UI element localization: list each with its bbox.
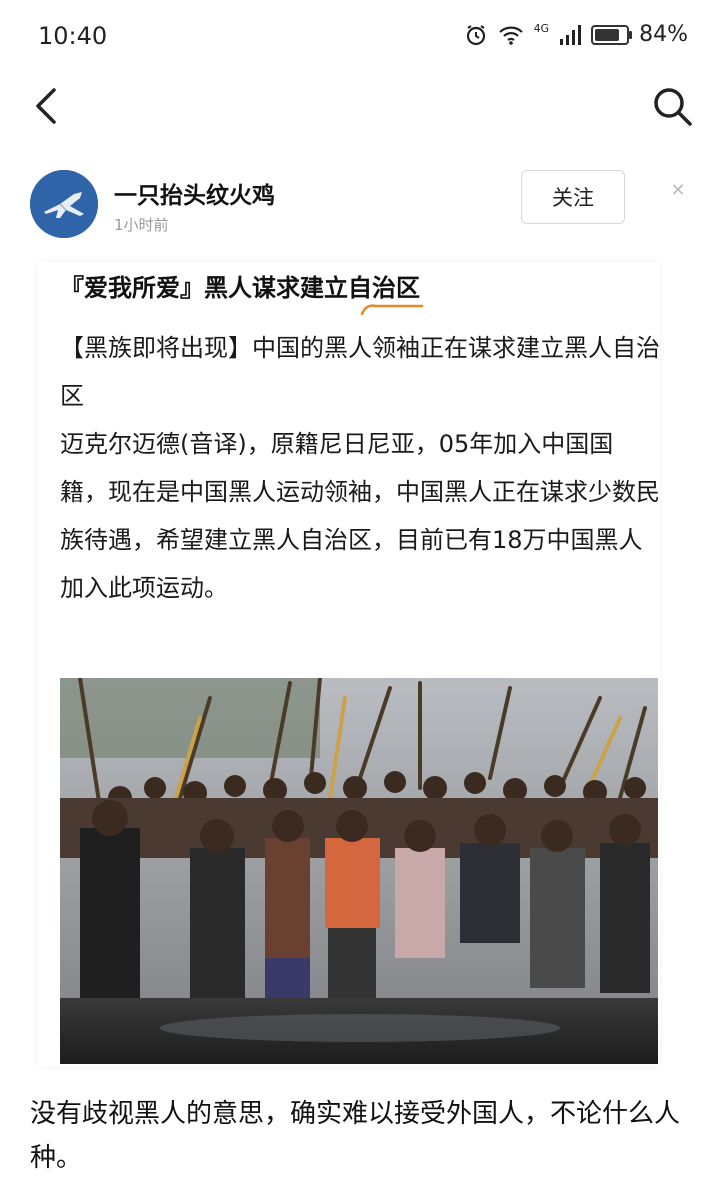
network-type: 4G: [533, 22, 550, 35]
follow-button[interactable]: 关注: [521, 170, 625, 224]
alarm-icon: [466, 24, 485, 45]
wifi-icon: [498, 26, 523, 45]
back-button[interactable]: [26, 84, 70, 128]
author-header: 一只抬头纹火鸡 1小时前 关注 ✕: [0, 160, 720, 250]
post-title: 『爱我所爱』黑人谋求建立自治区: [60, 274, 420, 302]
author-name[interactable]: 一只抬头纹火鸡: [114, 176, 275, 210]
post-card[interactable]: 『爱我所爱』黑人谋求建立自治区 【黑族即将出现】中国的黑人领袖正在谋求建立黑人自…: [38, 262, 660, 1067]
post-body: 【黑族即将出现】中国的黑人领袖正在谋求建立黑人自治区 迈克尔迈德(音译)，原籍尼…: [60, 324, 660, 612]
signal-icon: [560, 24, 582, 45]
battery-percent: 84%: [639, 22, 688, 47]
nav-bar: [0, 76, 720, 136]
fighter-jet-icon: [30, 170, 98, 238]
post-paragraph: 迈克尔迈德(音译)，原籍尼日尼亚，05年加入中国国籍，现在是中国黑人运动领袖，中…: [60, 430, 660, 602]
search-icon: [654, 88, 692, 126]
post-image[interactable]: [60, 678, 658, 1064]
comment-text: 没有歧视黑人的意思，确实难以接受外国人，不论什么人种。: [30, 1099, 681, 1173]
battery-icon: [591, 24, 633, 45]
avatar[interactable]: [30, 170, 98, 238]
battery-fill: [595, 28, 620, 41]
status-icons: 4G 84%: [464, 22, 688, 47]
chevron-left-icon: [36, 88, 56, 124]
close-icon[interactable]: ✕: [664, 176, 692, 204]
status-bar: 10:40 4G 84%: [0, 0, 720, 76]
clock: 10:40: [38, 22, 108, 50]
crowd-photo: [60, 678, 658, 1064]
post-paragraph: 【黑族即将出现】中国的黑人领袖正在谋求建立黑人自治区: [60, 334, 660, 410]
post-time: 1小时前: [114, 216, 169, 234]
highlight-underline: [360, 304, 424, 316]
search-button[interactable]: [650, 84, 694, 128]
